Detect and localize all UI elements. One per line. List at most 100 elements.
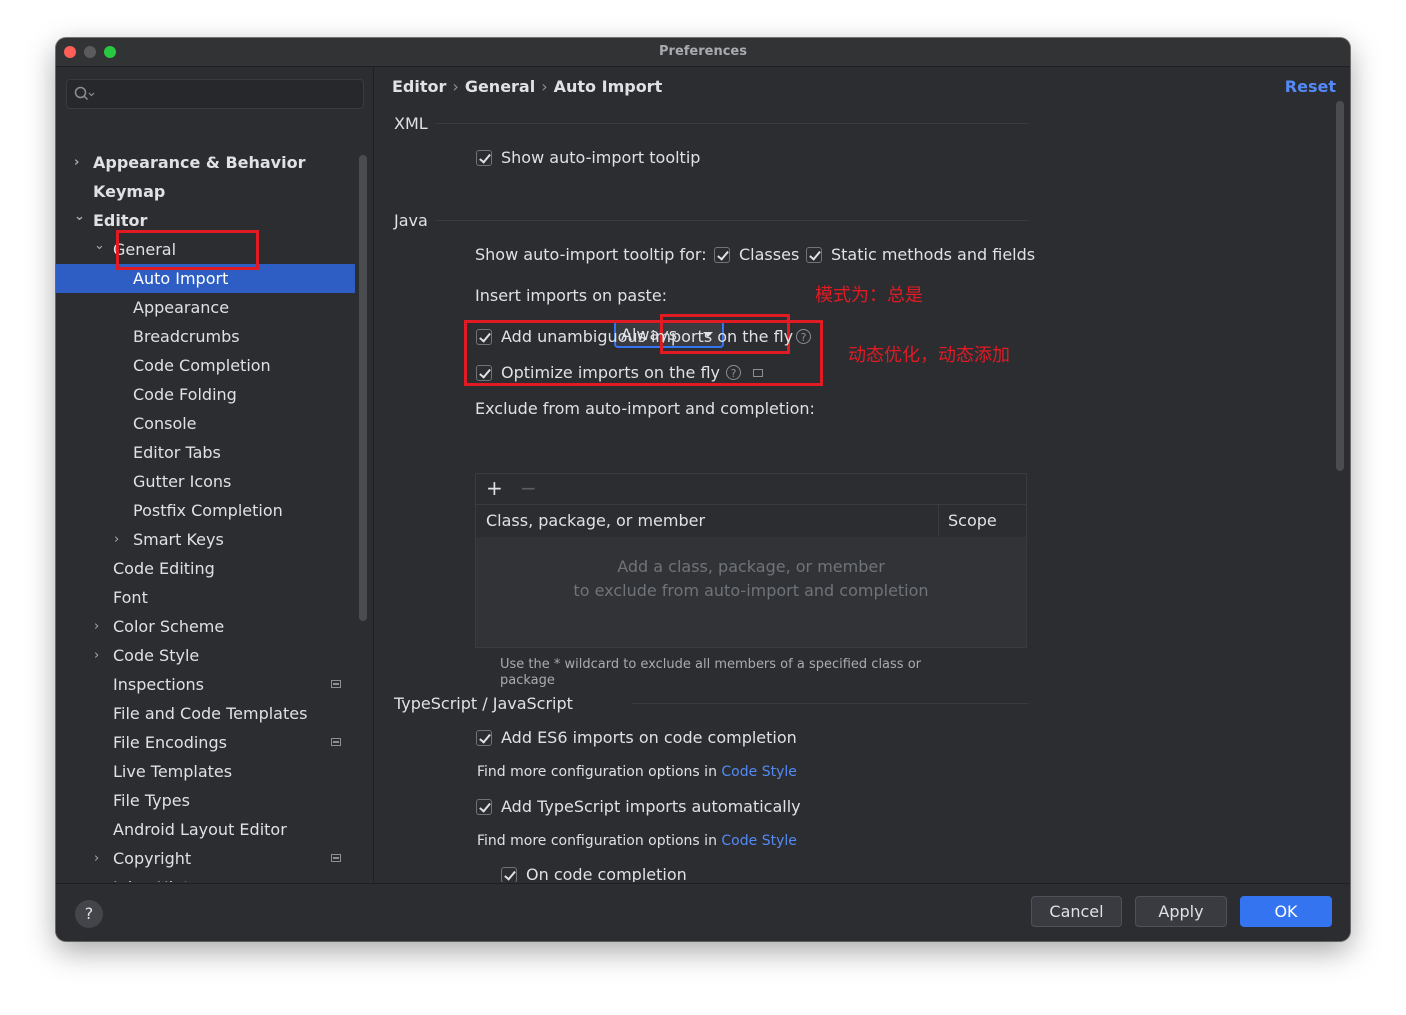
section-divider bbox=[632, 703, 1028, 704]
settings-search-input[interactable] bbox=[66, 79, 364, 109]
sidebar-item-label: Inlay Hints bbox=[113, 873, 198, 882]
sidebar-item-keymap[interactable]: Keymap bbox=[56, 177, 355, 206]
show-auto-import-tooltip-checkbox[interactable] bbox=[476, 150, 492, 166]
add-ts-imports-checkbox[interactable] bbox=[476, 799, 492, 815]
add-icon[interactable]: + bbox=[486, 476, 503, 500]
classes-label[interactable]: Classes bbox=[739, 245, 799, 264]
chevron-down-icon[interactable]: ⌄ bbox=[94, 231, 108, 260]
sidebar-item-file-code-templates[interactable]: File and Code Templates bbox=[56, 699, 355, 728]
section-title-java: Java bbox=[394, 211, 428, 230]
sidebar-item-code-editing[interactable]: Code Editing bbox=[56, 554, 355, 583]
table-body[interactable]: Add a class, package, or member to exclu… bbox=[476, 537, 1026, 647]
sidebar-item-label: Android Layout Editor bbox=[113, 820, 287, 839]
empty-text-line1[interactable]: Add a class, package, or member bbox=[476, 557, 1026, 576]
static-methods-checkbox[interactable] bbox=[806, 247, 822, 263]
sidebar-item-gutter-icons[interactable]: Gutter Icons bbox=[56, 467, 355, 496]
help-button[interactable]: ? bbox=[75, 900, 103, 928]
sidebar-item-code-style[interactable]: › Code Style bbox=[56, 641, 355, 670]
sidebar-item-color-scheme[interactable]: › Color Scheme bbox=[56, 612, 355, 641]
chevron-right-icon[interactable]: › bbox=[94, 612, 108, 641]
column-header-scope[interactable]: Scope bbox=[948, 511, 997, 530]
annotation-mode-text: 模式为：总是 bbox=[815, 285, 923, 306]
sidebar-item-label: File Encodings bbox=[113, 733, 227, 752]
sidebar-item-inspections[interactable]: Inspections bbox=[56, 670, 355, 699]
show-auto-import-tooltip-label[interactable]: Show auto-import tooltip bbox=[501, 148, 700, 167]
chevron-right-icon[interactable]: › bbox=[94, 873, 108, 882]
sidebar-item-appearance[interactable]: Appearance bbox=[56, 293, 355, 322]
apply-button[interactable]: Apply bbox=[1135, 896, 1227, 927]
table-toolbar: + − bbox=[476, 474, 1026, 504]
tooltip-for-label: Show auto-import tooltip for: bbox=[475, 245, 707, 264]
add-es6-imports-label[interactable]: Add ES6 imports on code completion bbox=[501, 728, 797, 747]
section-divider bbox=[436, 220, 1028, 221]
dialog-footer: ? Cancel Apply OK bbox=[56, 883, 1350, 941]
sidebar-item-label: Code Completion bbox=[133, 356, 271, 375]
project-scope-icon bbox=[331, 738, 341, 746]
title-bar: Preferences bbox=[56, 38, 1350, 67]
chevron-right-icon[interactable]: › bbox=[114, 525, 128, 554]
code-style-link[interactable]: Code Style bbox=[721, 764, 796, 780]
settings-content: Editor › General › Auto Import Reset XML Sho… bbox=[374, 67, 1350, 882]
sidebar-item-console[interactable]: Console bbox=[56, 409, 355, 438]
breadcrumb-item: Auto Import bbox=[553, 77, 663, 96]
find-more-prefix: Find more configuration options in bbox=[477, 764, 717, 780]
sidebar-item-copyright[interactable]: › Copyright bbox=[56, 844, 355, 873]
sidebar-item-live-templates[interactable]: Live Templates bbox=[56, 757, 355, 786]
sidebar-item-label: Smart Keys bbox=[133, 530, 224, 549]
breadcrumb-item[interactable]: Editor bbox=[392, 77, 446, 96]
code-style-link[interactable]: Code Style bbox=[721, 833, 796, 849]
on-code-completion-label[interactable]: On code completion bbox=[526, 865, 687, 882]
sidebar-item-inlay-hints[interactable]: › Inlay Hints bbox=[56, 873, 355, 882]
column-header-member[interactable]: Class, package, or member bbox=[486, 511, 705, 530]
breadcrumb-item[interactable]: General bbox=[465, 77, 535, 96]
sidebar-item-code-completion[interactable]: Code Completion bbox=[56, 351, 355, 380]
sidebar-item-editor-tabs[interactable]: Editor Tabs bbox=[56, 438, 355, 467]
sidebar-item-label: Code Style bbox=[113, 646, 200, 665]
window-title: Preferences bbox=[659, 44, 747, 59]
section-title-ts: TypeScript / JavaScript bbox=[394, 694, 573, 713]
sidebar-item-font[interactable]: Font bbox=[56, 583, 355, 612]
add-ts-imports-label[interactable]: Add TypeScript imports automatically bbox=[501, 797, 801, 816]
annotation-dynamic-text: 动态优化，动态添加 bbox=[848, 345, 1010, 366]
on-code-completion-checkbox[interactable] bbox=[501, 867, 517, 882]
find-more-text: Find more configuration options in Code … bbox=[477, 764, 797, 780]
section-divider bbox=[436, 123, 1028, 124]
sidebar-item-label: Breadcrumbs bbox=[133, 327, 240, 346]
annotation-highlight-auto-import bbox=[116, 230, 259, 270]
classes-checkbox[interactable] bbox=[714, 247, 730, 263]
ok-button[interactable]: OK bbox=[1240, 896, 1332, 927]
sidebar-item-postfix-completion[interactable]: Postfix Completion bbox=[56, 496, 355, 525]
chevron-right-icon[interactable]: › bbox=[74, 148, 88, 177]
sidebar-item-code-folding[interactable]: Code Folding bbox=[56, 380, 355, 409]
sidebar-item-label: File Types bbox=[113, 791, 190, 810]
sidebar-item-label: Editor Tabs bbox=[133, 443, 221, 462]
add-es6-imports-checkbox[interactable] bbox=[476, 730, 492, 746]
sidebar-item-label: Color Scheme bbox=[113, 617, 225, 636]
sidebar-item-label: Inspections bbox=[113, 675, 204, 694]
chevron-right-icon[interactable]: › bbox=[94, 844, 108, 873]
remove-icon[interactable]: − bbox=[520, 476, 537, 500]
sidebar-item-smart-keys[interactable]: › Smart Keys bbox=[56, 525, 355, 554]
column-divider[interactable] bbox=[938, 505, 939, 537]
project-scope-icon bbox=[331, 680, 341, 688]
static-methods-label[interactable]: Static methods and fields bbox=[831, 245, 1035, 264]
chevron-down-icon[interactable]: ⌄ bbox=[74, 202, 88, 231]
sidebar-item-label: Font bbox=[113, 588, 148, 607]
cancel-button[interactable]: Cancel bbox=[1031, 896, 1122, 927]
sidebar-item-android-layout-editor[interactable]: Android Layout Editor bbox=[56, 815, 355, 844]
sidebar-item-breadcrumbs[interactable]: Breadcrumbs bbox=[56, 322, 355, 351]
table-header: Class, package, or member Scope bbox=[476, 504, 1026, 538]
reset-link[interactable]: Reset bbox=[1285, 77, 1336, 96]
sidebar-item-label: File and Code Templates bbox=[113, 704, 308, 723]
chevron-right-icon[interactable]: › bbox=[94, 641, 108, 670]
sidebar-item-appearance-behavior[interactable]: › Appearance & Behavior bbox=[56, 148, 355, 177]
content-scrollbar[interactable] bbox=[1336, 101, 1344, 471]
sidebar-item-file-types[interactable]: File Types bbox=[56, 786, 355, 815]
find-more-prefix: Find more configuration options in bbox=[477, 833, 717, 849]
annotation-highlight-on-the-fly bbox=[464, 320, 823, 386]
find-more-text: Find more configuration options in Code … bbox=[477, 833, 797, 849]
sidebar-item-file-encodings[interactable]: File Encodings bbox=[56, 728, 355, 757]
wildcard-hint: Use the * wildcard to exclude all member… bbox=[500, 657, 922, 688]
sidebar-item-label: Appearance bbox=[133, 298, 230, 317]
sidebar-scrollbar[interactable] bbox=[359, 155, 367, 621]
